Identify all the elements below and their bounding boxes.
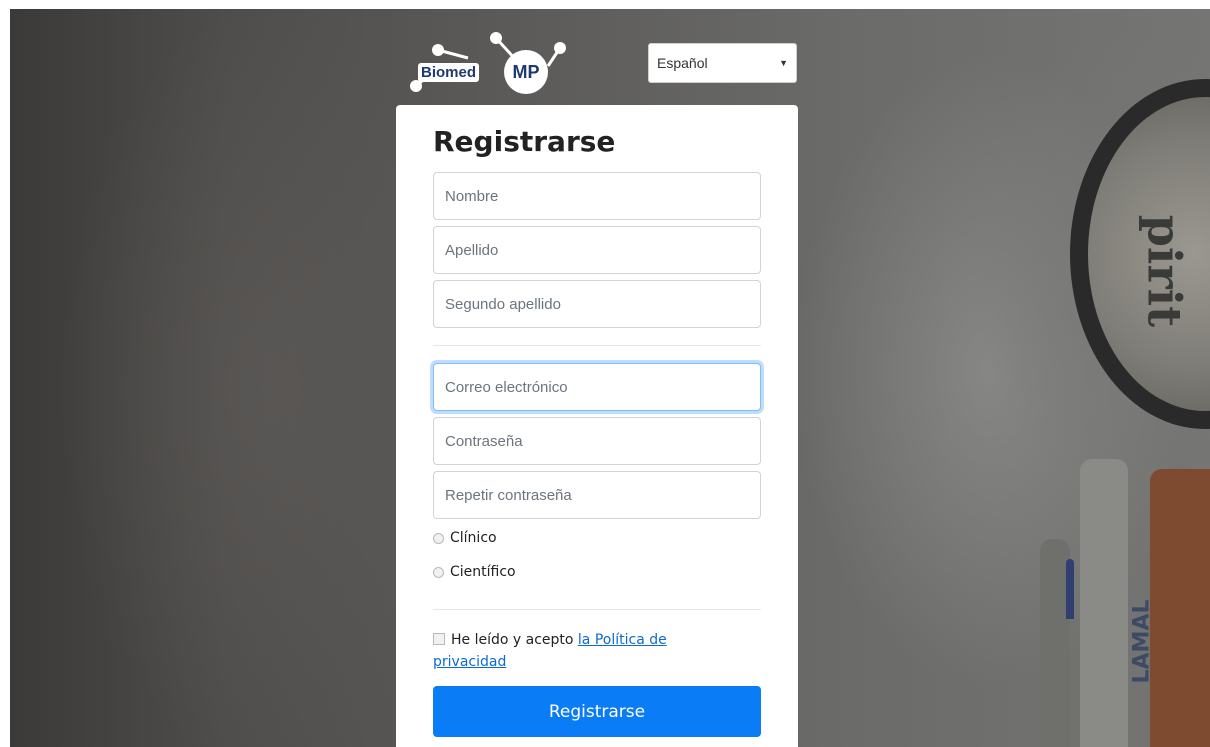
chevron-down-icon: ▼ [779,58,788,68]
role-label: Clínico [450,530,497,546]
role-option-clinico[interactable]: Clínico [433,530,497,546]
role-option-cientifico[interactable]: Científico [433,564,516,580]
repeat-password-input[interactable] [433,471,761,519]
first-name-input[interactable] [433,172,761,220]
email-input[interactable] [433,363,761,411]
privacy-consent: He leído y acepto la Política de privaci… [433,629,733,673]
pen-blue-clip [1066,559,1074,619]
pen-brand-text: LAMAL [1129,599,1155,684]
radio-button[interactable] [433,566,444,578]
second-last-name-input[interactable] [433,280,761,328]
page-title: Registrarse [433,125,616,158]
stethoscope-label: pirit [1137,214,1192,328]
password-input[interactable] [433,417,761,465]
biomed-mp-logo: Biomed MP [408,28,568,98]
radio-button[interactable] [433,532,444,544]
register-button[interactable]: Registrarse [433,686,761,737]
pens-image [1030,429,1210,747]
language-select[interactable]: Español ▼ [648,43,797,83]
divider [433,609,761,610]
last-name-input[interactable] [433,226,761,274]
logo-word: Biomed [418,63,480,82]
pen-white [1080,459,1128,747]
register-card: Registrarse Clínico Científico He leído … [396,105,798,747]
logo-mark: MP [504,50,548,94]
divider [433,345,761,346]
language-selected-value: Español [657,55,708,71]
pen-orange [1150,469,1210,747]
role-label: Científico [450,564,516,580]
privacy-text: He leído y acepto [451,632,578,648]
privacy-checkbox[interactable] [433,633,445,645]
